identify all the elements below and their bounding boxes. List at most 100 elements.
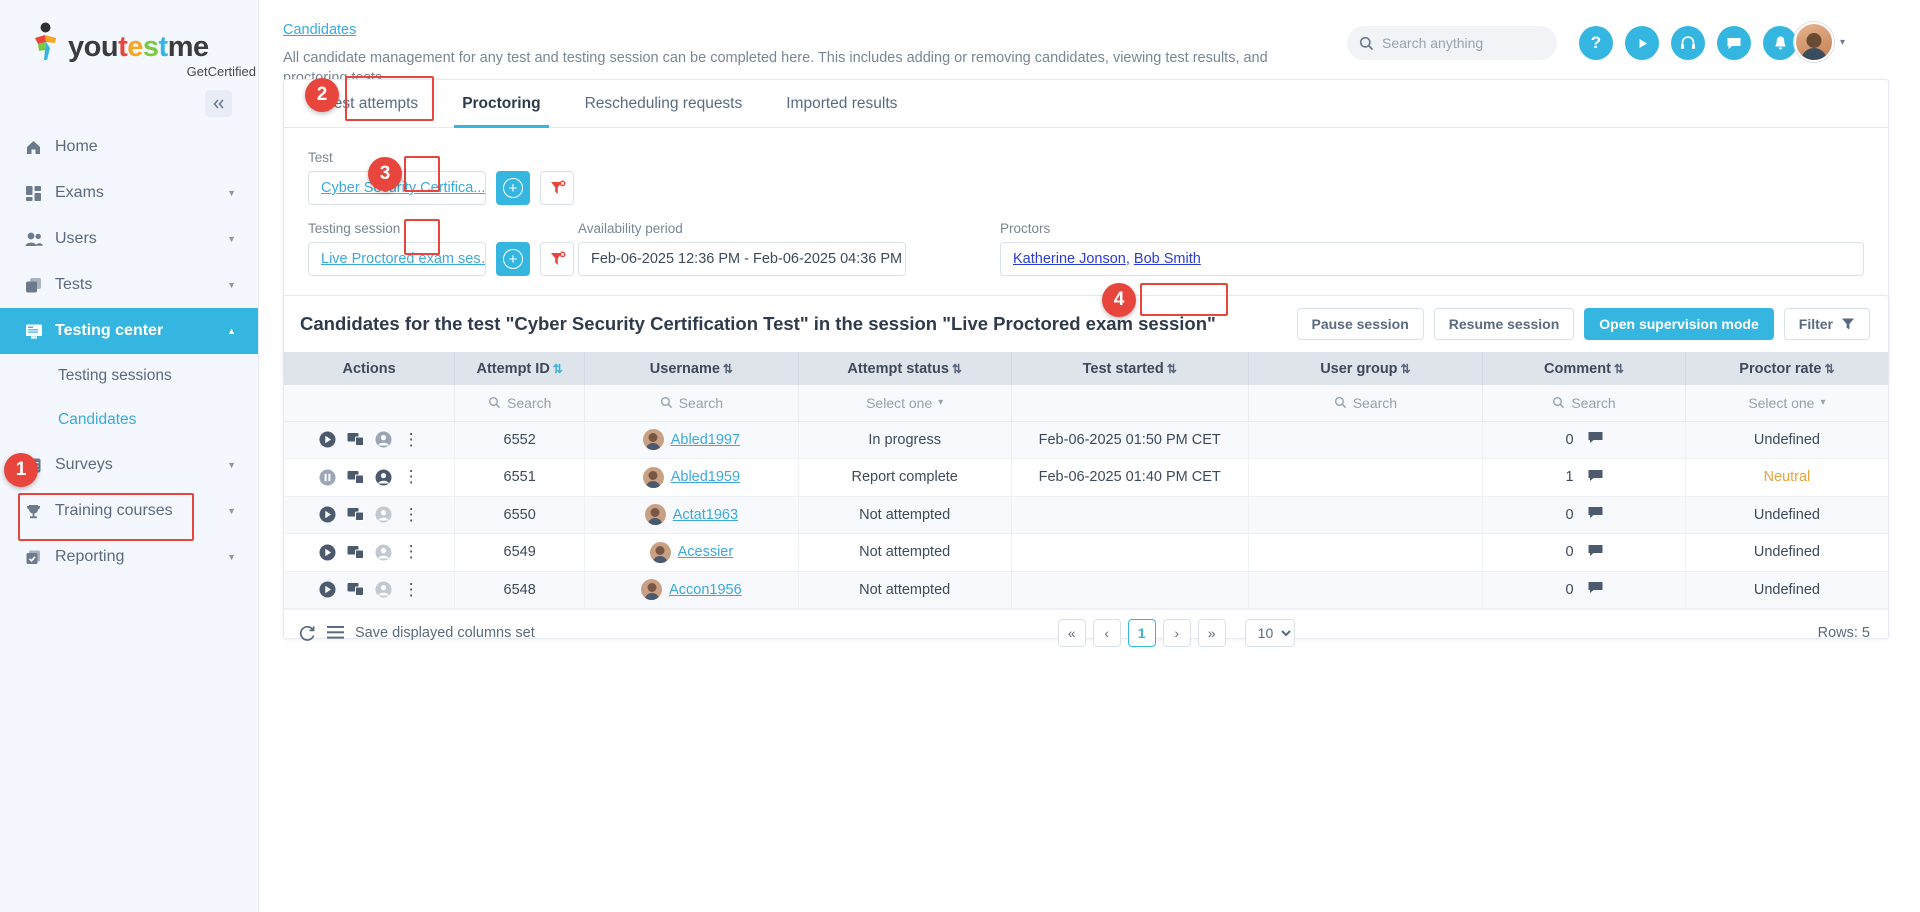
screen-share-icon[interactable] [347, 470, 364, 485]
column-header-attempt-status[interactable]: Attempt status ⇅ [798, 352, 1012, 385]
page-1-button[interactable]: 1 [1127, 618, 1156, 647]
username-link[interactable]: Acessier [678, 544, 734, 560]
pause-icon[interactable] [319, 469, 336, 486]
filter-button[interactable]: Filter [1783, 308, 1870, 340]
breadcrumb[interactable]: Candidates [283, 22, 356, 38]
proctor-link[interactable]: Bob Smith [1134, 251, 1201, 267]
camera-icon[interactable] [375, 581, 392, 598]
save-columns-label[interactable]: Save displayed columns set [355, 625, 535, 641]
resume-session-button[interactable]: Resume session [1433, 308, 1575, 340]
pause-session-button[interactable]: Pause session [1296, 308, 1424, 340]
comment-icon[interactable] [1588, 506, 1603, 523]
table-footer: Save displayed columns set « ‹ 1 › » 10 … [284, 609, 1888, 655]
sidebar-item-reporting[interactable]: Reporting ▼ [0, 534, 258, 580]
sidebar-item-home[interactable]: Home [0, 124, 258, 170]
column-header-username[interactable]: Username ⇅ [584, 352, 799, 385]
comment-count: 1 [1565, 469, 1574, 486]
page-size-select[interactable]: 10 [1244, 618, 1295, 647]
columns-icon[interactable] [327, 625, 344, 640]
cell-actions: ⋮ [284, 458, 456, 497]
first-page-button[interactable]: « [1057, 618, 1086, 647]
play-icon[interactable] [319, 506, 336, 523]
camera-icon[interactable] [375, 431, 392, 448]
filter-cell-attempt-id[interactable]: Search [454, 385, 586, 422]
chevron-down-icon: ▾ [1820, 397, 1826, 409]
sidebar-nav: Home Exams ▼ Users ▼ Tests ▼ Testing cen… [0, 124, 258, 580]
open-supervision-mode-button[interactable]: Open supervision mode [1584, 308, 1774, 340]
sidebar-item-training-courses[interactable]: Training courses ▼ [0, 488, 258, 534]
cell-attempt-id: 6549 [454, 533, 586, 572]
search-icon [1553, 397, 1565, 409]
column-header-comment[interactable]: Comment ⇅ [1482, 352, 1686, 385]
sidebar-item-surveys[interactable]: Surveys ▼ [0, 442, 258, 488]
refresh-icon[interactable] [298, 624, 316, 642]
column-header-actions[interactable]: Actions [284, 352, 456, 385]
page-title: Candidates for the test "Cyber Security … [300, 313, 1216, 334]
username-link[interactable]: Abled1959 [671, 469, 740, 485]
sidebar-item-testing-sessions[interactable]: Testing sessions [0, 354, 258, 398]
prev-page-button[interactable]: ‹ [1092, 618, 1121, 647]
column-header-test-started[interactable]: Test started ⇅ [1011, 352, 1249, 385]
sidebar-item-exams[interactable]: Exams ▼ [0, 170, 258, 216]
sidebar-item-users[interactable]: Users ▼ [0, 216, 258, 262]
screen-share-icon[interactable] [347, 507, 364, 522]
comment-icon[interactable] [1588, 581, 1603, 598]
sidebar-item-testing-center[interactable]: Testing center ▲ [0, 308, 258, 354]
comment-icon[interactable] [1588, 469, 1603, 486]
button-label: Resume session [1448, 316, 1560, 332]
next-page-button[interactable]: › [1162, 618, 1191, 647]
users-icon [25, 231, 55, 248]
camera-icon[interactable] [375, 469, 392, 486]
play-icon[interactable] [319, 431, 336, 448]
row-menu-button[interactable]: ⋮ [403, 468, 420, 485]
tab-rescheduling-requests[interactable]: Rescheduling requests [563, 80, 765, 127]
screen-share-icon[interactable] [347, 545, 364, 560]
sidebar-item-label: Training courses [55, 502, 173, 519]
proctor-link[interactable]: Katherine Jonson [1013, 251, 1126, 267]
row-menu-button[interactable]: ⋮ [403, 430, 420, 447]
row-menu-button[interactable]: ⋮ [403, 505, 420, 522]
play-icon[interactable] [319, 581, 336, 598]
username-link[interactable]: Abled1997 [671, 432, 740, 448]
comment-icon[interactable] [1588, 544, 1603, 561]
clear-test-filter-button[interactable] [540, 171, 574, 205]
filter-cell-user-group[interactable]: Search [1248, 385, 1484, 422]
filter-cell-username[interactable]: Search [584, 385, 799, 422]
filter-cell-proctor-rate[interactable]: Select one ▾ [1685, 385, 1888, 422]
funnel-clear-icon [550, 251, 565, 265]
column-header-user-group[interactable]: User group ⇅ [1248, 352, 1484, 385]
last-page-button[interactable]: » [1197, 618, 1226, 647]
cell-actions: ⋮ [284, 421, 456, 459]
sidebar-item-tests[interactable]: Tests ▼ [0, 262, 258, 308]
row-menu-button[interactable]: ⋮ [403, 543, 420, 560]
tab-test-attempts[interactable]: Test attempts [304, 80, 440, 127]
add-test-button[interactable]: + [496, 171, 530, 205]
cell-username: Abled1959 [584, 458, 799, 497]
screen-share-icon[interactable] [347, 582, 364, 597]
camera-icon[interactable] [375, 544, 392, 561]
tab-imported-results[interactable]: Imported results [764, 80, 919, 127]
username-link[interactable]: Actat1963 [673, 507, 738, 523]
filter-cell-comment[interactable]: Search [1482, 385, 1686, 422]
add-session-button[interactable]: + [496, 242, 530, 276]
camera-icon[interactable] [375, 506, 392, 523]
play-icon[interactable] [319, 544, 336, 561]
sidebar-collapse-button[interactable] [205, 90, 232, 117]
tab-proctoring[interactable]: Proctoring [440, 80, 562, 128]
row-menu-button[interactable]: ⋮ [403, 580, 420, 597]
username-link[interactable]: Accon1956 [669, 582, 742, 598]
filter-cell-attempt-status[interactable]: Select one ▾ [798, 385, 1012, 422]
test-select[interactable]: Cyber Security Certifica... [308, 171, 486, 205]
test-value: Cyber Security Certifica... [321, 180, 486, 196]
comment-icon[interactable] [1588, 431, 1603, 448]
sidebar-item-candidates[interactable]: Candidates [0, 398, 258, 442]
sidebar-item-label: Tests [55, 276, 93, 293]
testing-session-select[interactable]: Live Proctored exam ses… [308, 242, 486, 276]
column-header-attempt-id[interactable]: Attempt ID ⇅ [454, 352, 586, 385]
table-row: ⋮ 6551 Abled1959 Report complete Feb-06-… [284, 458, 1888, 497]
screen-share-icon[interactable] [347, 432, 364, 447]
column-header-proctor-rate[interactable]: Proctor rate ⇅ [1685, 352, 1888, 385]
filter-cell-test-started [1011, 385, 1249, 422]
clear-session-filter-button[interactable] [540, 242, 574, 276]
chevron-down-icon: ▼ [227, 460, 236, 470]
